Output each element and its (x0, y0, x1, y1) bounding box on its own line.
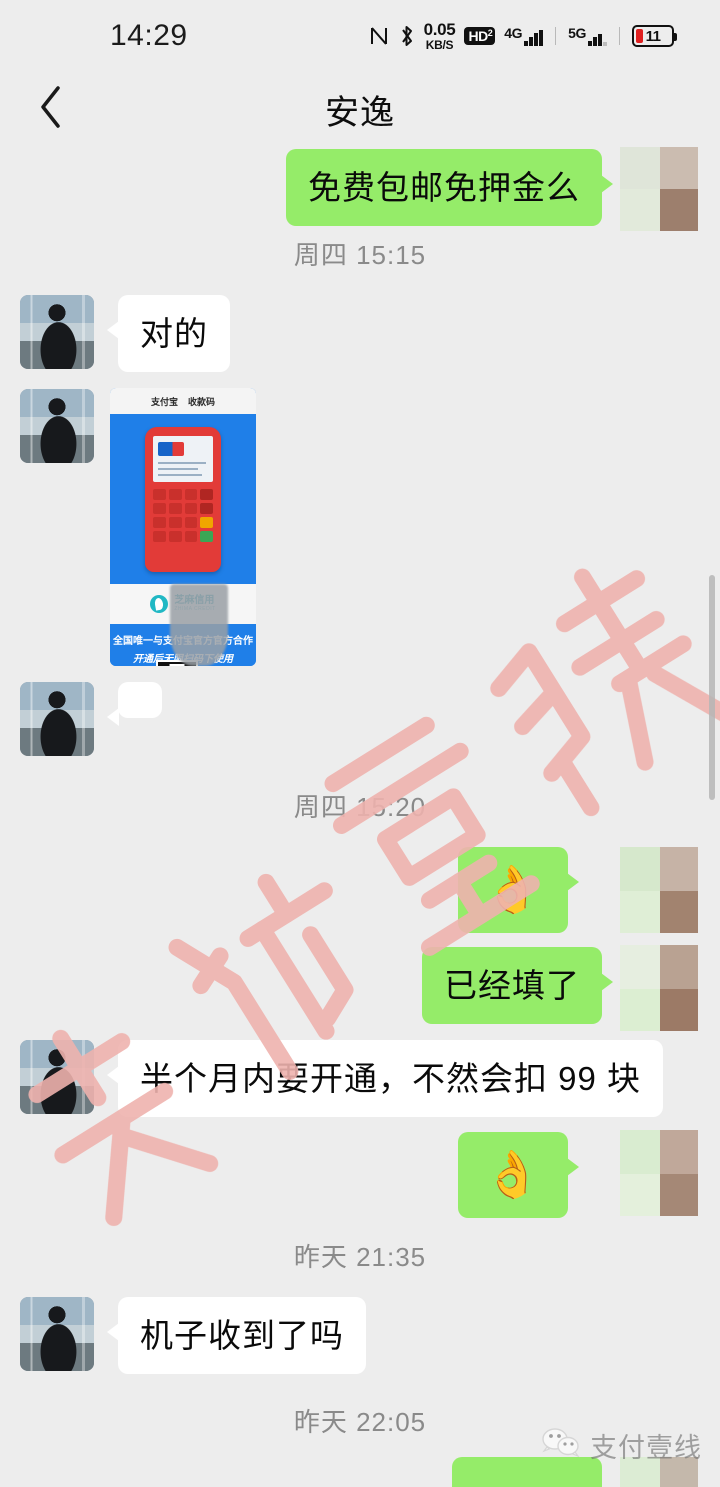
avatar-pixel (660, 945, 698, 989)
hd-sup: 2 (487, 28, 493, 38)
avatar-pixel (660, 847, 698, 891)
message-bubble-outgoing[interactable]: 已经填了 (422, 947, 613, 1025)
avatar-pixel (620, 147, 660, 189)
message-bubble-incoming[interactable]: 对的 (107, 295, 230, 373)
poster-header-left: 支付宝 (150, 396, 178, 407)
avatar-contact[interactable] (20, 1297, 94, 1371)
status-bar-icons: 0.05 KB/S HD 2 4G 5G 11 (369, 21, 677, 51)
message-bubble-outgoing[interactable]: 免费包邮免押金么 (286, 149, 613, 227)
message-image-poster[interactable]: 支付宝 收款码 (110, 388, 256, 666)
status-bar: 14:29 0.05 KB/S HD 2 4G 5G 11 (0, 0, 720, 72)
network-speed-unit: KB/S (425, 38, 454, 52)
message-list[interactable]: 免费包邮免押金么 周四 15:15 对的 支付宝 收款码 周四 15:20 👌 … (0, 147, 720, 1487)
phone-screen: 14:29 0.05 KB/S HD 2 4G 5G 11 安逸 免费包邮免押金… (0, 0, 720, 1487)
corner-watermark: 支付壹线 (541, 1426, 702, 1465)
status-divider (554, 27, 557, 45)
hd-label: HD (468, 28, 488, 44)
avatar-self[interactable] (620, 1130, 698, 1216)
poster-header: 支付宝 收款码 (110, 388, 256, 414)
poster-header-right: 收款码 (188, 396, 216, 407)
avatar-pixel (660, 891, 698, 933)
avatar-window-frame (20, 1297, 94, 1371)
battery-icon: 11 (632, 25, 677, 47)
avatar-contact[interactable] (20, 389, 94, 463)
timestamp-divider: 昨天 21:35 (293, 1242, 427, 1272)
poster-censor-blur (170, 584, 228, 666)
avatar-contact[interactable] (20, 295, 94, 369)
signal-bars-icon-2 (588, 30, 607, 46)
avatar-window-frame (20, 1040, 94, 1114)
message-bubble-incoming[interactable]: 机子收到了吗 (107, 1297, 366, 1375)
pos-screen (153, 435, 213, 482)
avatar-self[interactable] (620, 847, 698, 933)
timestamp-divider: 周四 15:20 (293, 792, 427, 822)
avatar-contact[interactable] (20, 682, 94, 756)
avatar-self[interactable] (620, 945, 698, 1031)
avatar-pixel (660, 147, 698, 189)
message-bubble-outgoing-emoji[interactable]: 👌 (457, 847, 580, 933)
network-speed-indicator: 0.05 KB/S (424, 21, 456, 51)
avatar-contact[interactable] (20, 1040, 94, 1114)
avatar-window-frame (20, 295, 94, 369)
battery-level-text: 11 (645, 27, 661, 45)
avatar-pixel (660, 989, 698, 1031)
avatar-pixel (620, 189, 660, 231)
status-divider-2 (618, 27, 620, 45)
pos-screen-line (158, 461, 206, 464)
message-bubble-incoming[interactable] (107, 682, 162, 726)
signal-4g-indicator: 4G (504, 25, 543, 46)
avatar-pixel (620, 891, 660, 933)
scrollbar-thumb[interactable] (709, 575, 715, 800)
timestamp-divider: 周四 15:15 (293, 240, 427, 270)
avatar-pixel (620, 945, 660, 989)
page-title: 安逸 (325, 94, 395, 132)
signal-5g-indicator: 5G (568, 25, 607, 46)
pos-keypad (153, 488, 213, 542)
bluetooth-icon (398, 24, 415, 48)
signal-bars-icon (524, 30, 543, 46)
pos-screen-logo (158, 441, 184, 456)
avatar-pixel (620, 989, 660, 1031)
network-speed-value: 0.05 (423, 20, 456, 39)
nfc-icon (369, 24, 389, 48)
avatar-pixel (620, 1130, 660, 1174)
status-bar-clock: 14:29 (110, 19, 188, 52)
zhima-credit-icon (150, 595, 169, 613)
hd-voice-icon: HD 2 (464, 27, 496, 45)
signal-5g-label: 5G (568, 25, 586, 41)
avatar-window-frame (20, 682, 94, 756)
avatar-pixel (660, 189, 698, 231)
avatar-pixel (620, 847, 660, 891)
poster-device-area (110, 414, 256, 584)
pos-terminal-icon (145, 426, 221, 572)
avatar-pixel (660, 1174, 698, 1216)
pos-screen-line (158, 467, 198, 470)
avatar-window-frame (20, 389, 94, 463)
message-bubble-outgoing-emoji[interactable]: 👌 (457, 1132, 580, 1218)
avatar-self[interactable] (620, 147, 698, 231)
signal-4g-label: 4G (504, 25, 523, 41)
wechat-logo-icon (541, 1427, 581, 1464)
pos-screen-line (158, 473, 202, 476)
avatar-pixel (620, 1174, 660, 1216)
chat-header: 安逸 (0, 72, 720, 147)
corner-watermark-text: 支付壹线 (590, 1433, 702, 1463)
avatar-pixel (660, 1130, 698, 1174)
message-bubble-incoming[interactable]: 半个月内要开通，不然会扣 99 块 (106, 1040, 664, 1118)
